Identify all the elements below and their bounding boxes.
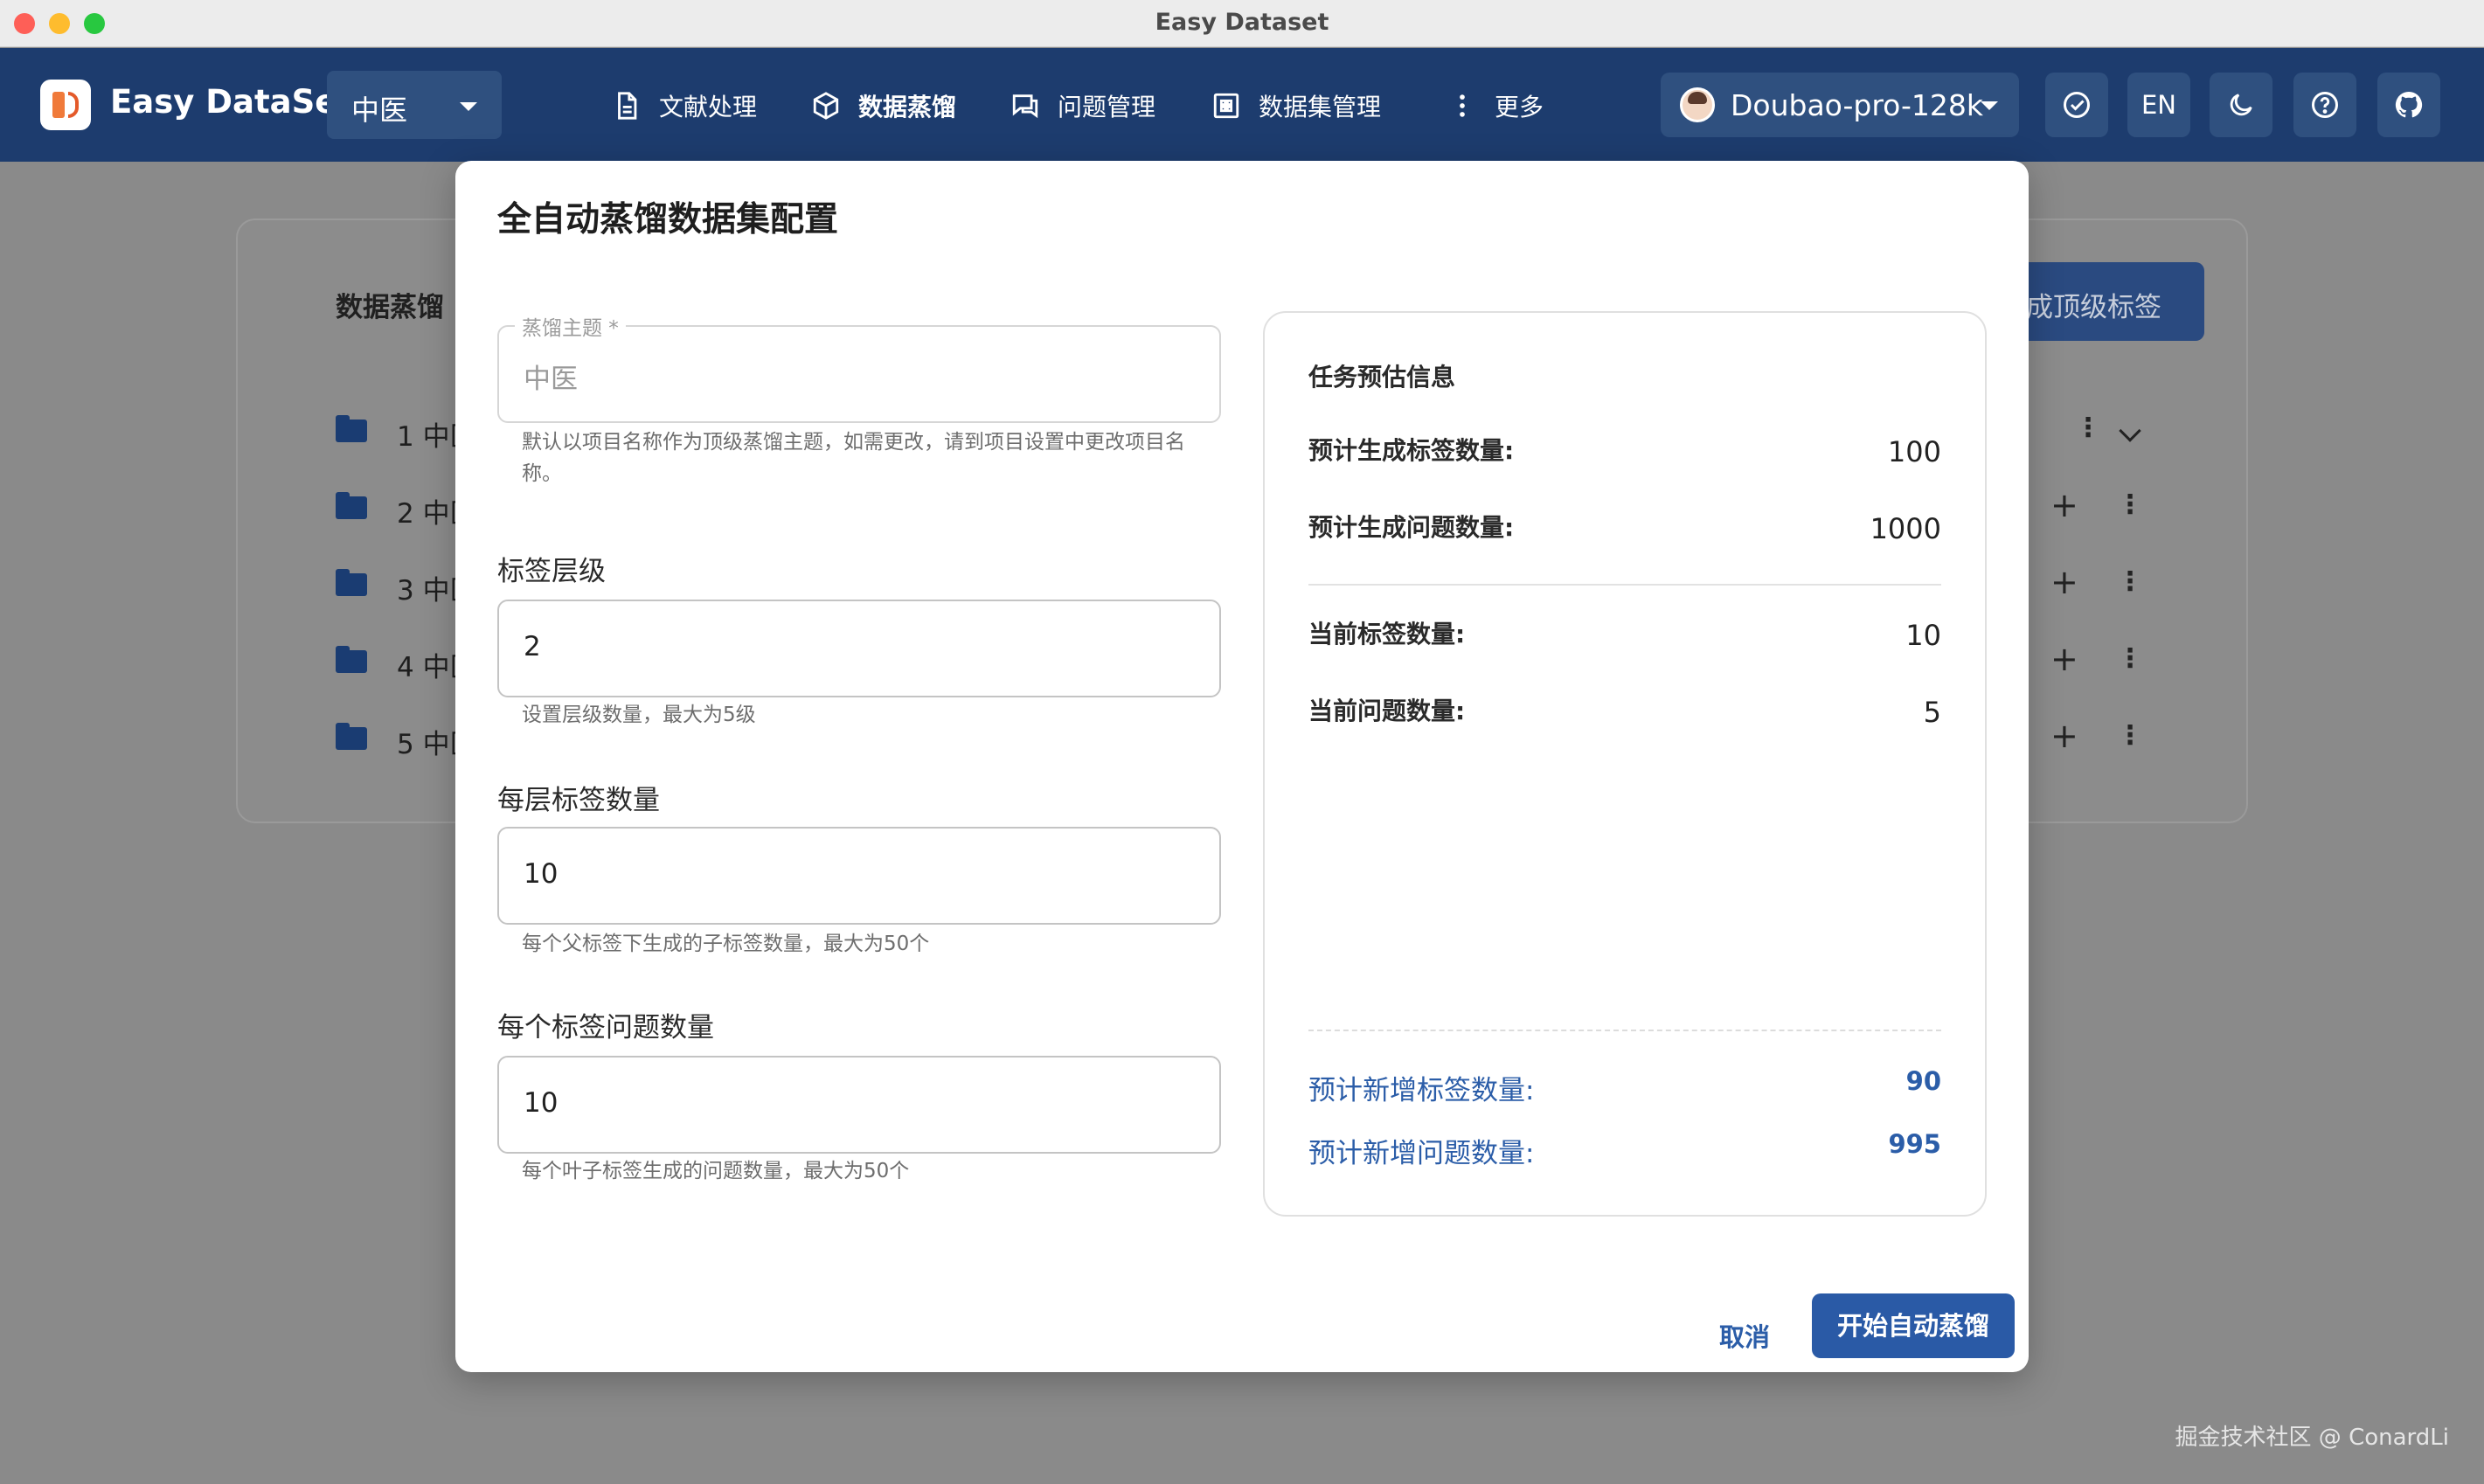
levels-label: 标签层级 — [497, 556, 606, 587]
language-button[interactable]: EN — [2127, 73, 2190, 137]
more-vert-icon — [1460, 94, 1465, 117]
nav-distill[interactable]: 数据蒸馏 — [811, 71, 956, 141]
window-titlebar: Easy Dataset — [0, 0, 2484, 47]
estimate-row: 当前问题数量: 5 — [1308, 692, 1941, 731]
dropdown-caret-icon — [1981, 101, 1998, 110]
estimate-label: 当前问题数量: — [1308, 697, 1466, 725]
help-button[interactable] — [2293, 73, 2356, 137]
nav-label: 数据蒸馏 — [858, 93, 957, 121]
cube-icon — [813, 92, 839, 120]
model-select-value: Doubao-pro-128k — [1731, 88, 1983, 122]
tasks-button[interactable] — [2045, 73, 2108, 137]
chat-icon — [1012, 94, 1038, 119]
folder-icon — [336, 415, 367, 442]
app-logo-icon — [40, 80, 91, 130]
help-icon — [2312, 92, 2338, 118]
levels-helper-text: 设置层级数量，最大为5级 — [522, 704, 756, 726]
topic-helper-text: 默认以项目名称作为顶级蒸馏主题，如需更改，请到项目设置中更改项目名称。 — [522, 431, 1185, 485]
theme-toggle-button[interactable] — [2210, 73, 2272, 137]
estimate-value: 100 — [1887, 435, 1941, 468]
estimate-value: 1000 — [1870, 512, 1941, 545]
nav-label: 更多 — [1495, 93, 1544, 121]
more-vert-icon[interactable]: ⋮ — [2117, 489, 2143, 520]
tags-per-level-input[interactable]: 10 — [497, 827, 1221, 925]
estimate-panel: 任务预估信息 预计生成标签数量: 100 预计生成问题数量: 1000 当前标签… — [1263, 311, 1987, 1217]
tags-per-level-label: 每层标签数量 — [497, 785, 660, 816]
model-select[interactable]: Doubao-pro-128k — [1661, 73, 2019, 137]
watermark: 掘金技术社区 @ ConardLi — [2175, 1425, 2449, 1451]
folder-icon — [336, 569, 367, 596]
nav-literature[interactable]: 文献处理 — [612, 71, 757, 141]
dialog-title: 全自动蒸馏数据集配置 — [497, 200, 839, 239]
background-title: 数据蒸馏 — [336, 292, 444, 323]
topic-field-label: 蒸馏主题 * — [515, 311, 626, 341]
tags-per-level-input-value: 10 — [524, 858, 559, 890]
model-avatar-icon — [1680, 87, 1715, 122]
nav-more[interactable]: 更多 — [1447, 71, 1544, 141]
estimate-new-value: 90 — [1905, 1066, 1941, 1096]
topic-field: 蒸馏主题 * 中医 — [497, 311, 1221, 423]
estimate-new-value: 995 — [1888, 1129, 1941, 1159]
estimate-new-row: 预计新增标签数量: 90 — [1308, 1066, 1941, 1106]
nav-label: 问题管理 — [1058, 93, 1156, 121]
more-vert-icon[interactable]: ⋮ — [2117, 720, 2143, 751]
more-vert-icon[interactable]: ⋮ — [2075, 413, 2101, 443]
tags-per-level-helper-text: 每个父标签下生成的子标签数量，最大为50个 — [522, 933, 930, 955]
estimate-new-row: 预计新增问题数量: 995 — [1308, 1129, 1941, 1169]
grid-icon — [1213, 93, 1239, 119]
app-name: Easy DataSet — [110, 83, 353, 121]
app-bar: Easy DataSet 中医 文献处理 数据蒸馏 问题管理 数据集管理 更多 … — [0, 48, 2484, 193]
add-icon[interactable]: + — [2050, 486, 2078, 524]
check-circle-icon — [2064, 92, 2090, 118]
project-select-value: 中医 — [351, 94, 408, 127]
estimate-value: 10 — [1905, 619, 1941, 652]
estimate-label: 预计生成问题数量: — [1308, 513, 1515, 542]
nav-label: 数据集管理 — [1259, 93, 1382, 121]
dropdown-caret-icon — [460, 102, 477, 111]
start-auto-distill-button[interactable]: 开始自动蒸馏 — [1812, 1293, 2015, 1358]
nav-questions[interactable]: 问题管理 — [1010, 71, 1155, 141]
more-vert-icon[interactable]: ⋮ — [2117, 566, 2143, 597]
estimate-row: 当前标签数量: 10 — [1308, 615, 1941, 654]
folder-icon — [336, 723, 367, 750]
dashed-divider — [1308, 1030, 1941, 1031]
add-icon[interactable]: + — [2050, 717, 2078, 755]
topic-field-value: 中医 — [524, 364, 578, 395]
levels-input[interactable]: 2 — [497, 600, 1221, 697]
questions-per-tag-input[interactable]: 10 — [497, 1056, 1221, 1154]
questions-per-tag-label: 每个标签问题数量 — [497, 1012, 714, 1044]
estimate-label: 预计生成标签数量: — [1308, 436, 1515, 465]
estimate-row: 预计生成问题数量: 1000 — [1308, 509, 1941, 547]
divider — [1308, 584, 1941, 586]
questions-per-tag-helper-text: 每个叶子标签生成的问题数量，最大为50个 — [522, 1160, 910, 1182]
more-vert-icon[interactable]: ⋮ — [2117, 643, 2143, 674]
add-icon[interactable]: + — [2050, 563, 2078, 601]
nav-label: 文献处理 — [659, 93, 758, 121]
auto-distill-dialog: 全自动蒸馏数据集配置 蒸馏主题 * 中医 默认以项目名称作为顶级蒸馏主题，如需更… — [455, 161, 2029, 1372]
github-button[interactable] — [2377, 73, 2440, 137]
document-icon — [618, 92, 637, 120]
project-select[interactable]: 中医 — [327, 71, 502, 139]
estimate-new-label: 预计新增标签数量: — [1308, 1075, 1535, 1106]
questions-per-tag-input-value: 10 — [524, 1087, 559, 1119]
estimate-new-label: 预计新增问题数量: — [1308, 1138, 1535, 1169]
github-icon — [2395, 91, 2423, 118]
estimate-title: 任务预估信息 — [1308, 363, 1456, 392]
window-title: Easy Dataset — [1155, 9, 1329, 36]
nav-datasets[interactable]: 数据集管理 — [1211, 71, 1381, 141]
folder-icon — [336, 492, 367, 519]
estimate-value: 5 — [1923, 696, 1941, 729]
moon-icon — [2230, 94, 2252, 116]
levels-input-value: 2 — [524, 631, 541, 662]
estimate-row: 预计生成标签数量: 100 — [1308, 432, 1941, 470]
folder-icon — [336, 646, 367, 673]
cancel-button[interactable]: 取消 — [1696, 1311, 1793, 1363]
estimate-label: 当前标签数量: — [1308, 620, 1466, 648]
add-icon[interactable]: + — [2050, 640, 2078, 678]
